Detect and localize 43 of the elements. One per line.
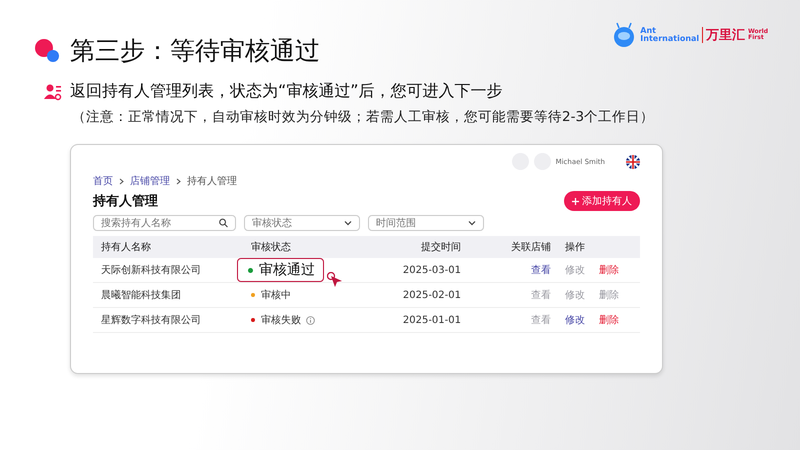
logo-text: Ant	[640, 27, 656, 35]
chevron-right-icon	[176, 178, 181, 184]
table-cell-text: 2025-03-01	[402, 264, 461, 276]
dropdown-field[interactable]: 时间范围	[368, 215, 484, 231]
info-icon[interactable]	[306, 316, 315, 324]
table-cell-text: 2025-02-01	[402, 290, 461, 300]
cursor-pointer-icon	[327, 272, 343, 288]
column-header: 提交时间	[420, 240, 461, 254]
column-header: 关联店铺	[510, 240, 551, 254]
status-callout: 审核通过	[237, 258, 324, 282]
dropdown-field[interactable]: 审核状态	[244, 215, 360, 231]
bullet-dots-icon	[34, 38, 60, 64]
breadcrumb-link[interactable]: 首页	[93, 174, 113, 188]
page-heading: 持有人管理	[93, 193, 158, 210]
column-header: 审核状态	[251, 240, 292, 254]
flag-icon[interactable]	[626, 154, 640, 168]
instruction-text: 返回持有人管理列表，状态为“审核通过”后，您可进入下一步	[70, 81, 503, 102]
status-label: 审核失败	[251, 313, 315, 327]
breadcrumb-link[interactable]: 店铺管理	[130, 174, 170, 188]
breadcrumb-current: 持有人管理	[187, 174, 237, 188]
status-label: 审核中	[251, 288, 291, 302]
column-header: 操作	[564, 241, 586, 254]
search-field[interactable]: 搜索持有人名称	[93, 215, 236, 231]
table-cell-text: 2025-01-01	[402, 314, 461, 326]
view-link[interactable]: 查看	[531, 265, 551, 276]
chevron-right-icon	[119, 178, 124, 184]
slide-title: 第三步：等待审核通过	[70, 35, 320, 67]
delete-link[interactable]: 删除	[599, 263, 619, 277]
plus-icon	[572, 198, 579, 204]
chevron-down-icon	[344, 220, 352, 226]
add-holder-button[interactable]: 添加持有人	[564, 191, 640, 211]
edit-link[interactable]: 修改	[565, 313, 585, 327]
logo-text: International	[640, 35, 700, 43]
person-list-icon	[44, 82, 62, 100]
table-cell-text: 天际创新科技有限公司	[100, 264, 202, 277]
column-header: 持有人名称	[100, 240, 152, 254]
logo-chinese-text: 万里汇	[706, 27, 746, 44]
chevron-down-icon	[468, 220, 476, 226]
delete-link[interactable]: 删除	[599, 313, 619, 327]
table-cell-text: 星辉数字科技有限公司	[100, 314, 202, 327]
search-icon	[219, 218, 228, 228]
table-cell-text: 晨曦智能科技集团	[100, 288, 182, 302]
note-text: （注意：正常情况下，自动审核时效为分钟级；若需人工审核，您可能需要等待2-3个工作日）	[72, 108, 656, 126]
